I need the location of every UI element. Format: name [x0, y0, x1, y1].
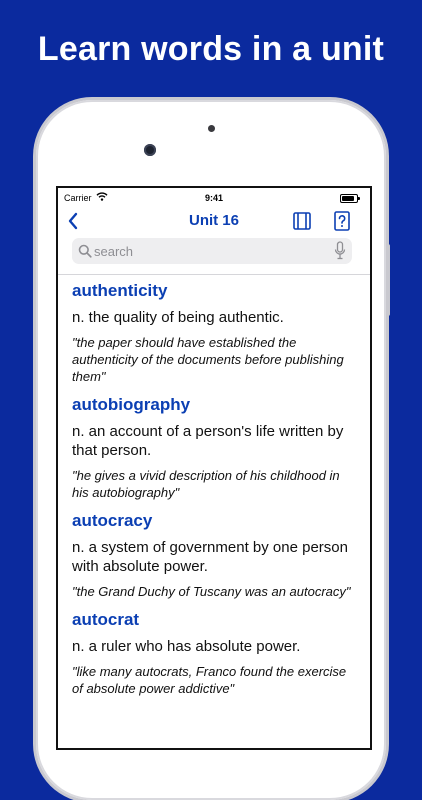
- search-bar[interactable]: [72, 238, 352, 264]
- entry-example: "the paper should have established the a…: [72, 335, 344, 384]
- page-title: Unit 16: [188, 212, 239, 229]
- help-icon[interactable]: [333, 210, 351, 232]
- navigation-bar: Unit 16: [58, 208, 370, 236]
- entry-word: autocrat: [72, 610, 140, 629]
- microphone-icon[interactable]: [334, 241, 346, 261]
- book-icon[interactable]: [292, 210, 312, 232]
- phone-speaker: [208, 125, 215, 132]
- entry-definition: n. an account of a person's life written…: [72, 423, 344, 459]
- search-input[interactable]: [94, 238, 324, 264]
- promo-headline: Learn words in a unit: [37, 30, 385, 68]
- entry-word: autobiography: [72, 395, 191, 414]
- status-time: 9:41: [204, 193, 223, 203]
- list-item[interactable]: autocrat n. a ruler who has absolute pow…: [72, 610, 356, 697]
- status-bar: Carrier 9:41: [58, 188, 370, 208]
- entry-definition: n. a system of government by one person …: [72, 539, 348, 575]
- battery-icon: [340, 194, 360, 203]
- list-item[interactable]: autocracy n. a system of government by o…: [72, 511, 356, 600]
- phone-power-button: [386, 244, 390, 316]
- list-item[interactable]: authenticity n. the quality of being aut…: [72, 281, 356, 385]
- entry-word: authenticity: [72, 281, 168, 300]
- entry-example: "like many autocrats, Franco found the e…: [72, 664, 347, 696]
- word-list: authenticity n. the quality of being aut…: [58, 275, 370, 697]
- phone-camera: [144, 144, 156, 156]
- entry-example: "he gives a vivid description of his chi…: [72, 468, 340, 500]
- search-icon: [78, 244, 92, 258]
- phone-screen: Carrier 9:41 Unit 16 search authenticity…: [56, 186, 372, 750]
- list-item[interactable]: autobiography n. an account of a person'…: [72, 395, 356, 501]
- entry-definition: n. the quality of being authentic.: [72, 309, 284, 326]
- entry-definition: n. a ruler who has absolute power.: [72, 638, 301, 655]
- entry-word: autocracy: [72, 511, 153, 530]
- entry-example: "the Grand Duchy of Tuscany was an autoc…: [72, 584, 351, 599]
